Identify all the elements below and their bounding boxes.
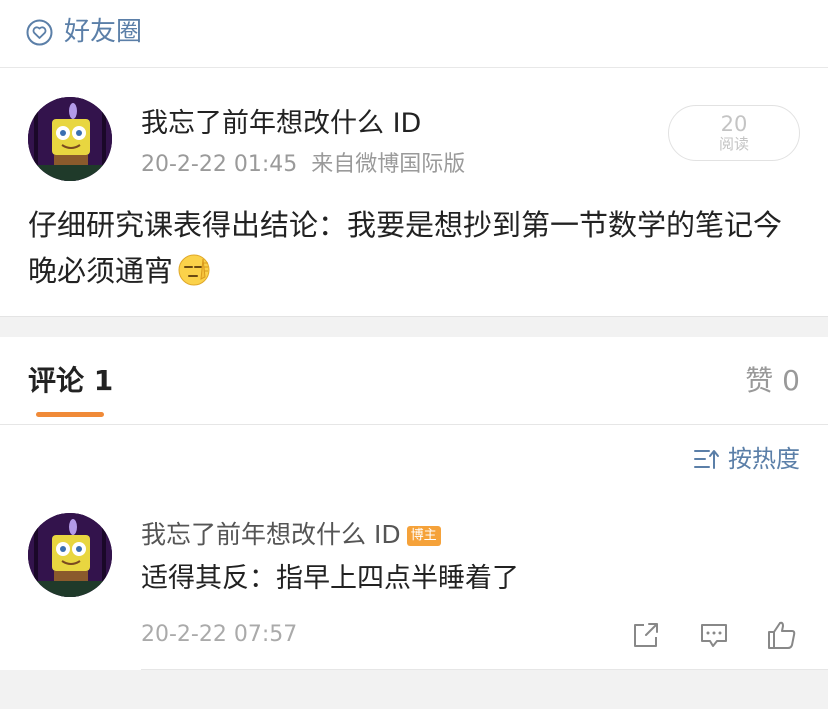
post-meta: 20-2-22 01:45 来自微博国际版 <box>141 150 465 180</box>
tab-likes[interactable]: 赞 0 <box>745 363 800 399</box>
sort-label: 按热度 <box>728 445 800 473</box>
author-name[interactable]: 我忘了前年想改什么 ID <box>141 106 421 142</box>
reply-icon[interactable] <box>698 619 730 651</box>
awkward-salute-emoji <box>178 254 210 286</box>
comment-author-name: 我忘了前年想改什么 ID <box>141 520 401 549</box>
comments-section: 评论 1 赞 0 按热度 我忘了前年想改什么 ID 博主 适得其反：指早上四点半… <box>0 337 828 670</box>
post-source: 来自微博国际版 <box>311 152 466 177</box>
comment-author[interactable]: 我忘了前年想改什么 ID 博主 <box>141 518 441 552</box>
share-icon[interactable] <box>630 619 662 651</box>
author-badge: 博主 <box>406 526 441 546</box>
heart-circle-icon[interactable] <box>26 19 53 46</box>
sort-icon <box>694 450 719 469</box>
sort-button[interactable]: 按热度 <box>694 444 800 474</box>
comments-tabs: 评论 1 赞 0 <box>0 337 828 425</box>
comment-avatar[interactable] <box>28 513 112 597</box>
top-bar: 好友圈 <box>0 0 828 68</box>
comment-divider <box>141 669 828 670</box>
active-tab-indicator <box>36 412 104 417</box>
comment-time: 20-2-22 07:57 <box>141 622 298 647</box>
page-title[interactable]: 好友圈 <box>64 14 142 50</box>
comment-text: 适得其反：指早上四点半睡着了 <box>141 563 519 594</box>
post-text: 仔细研究课表得出结论：我要是想抄到第一节数学的笔记今晚必须通宵 <box>28 208 783 288</box>
read-count-pill[interactable]: 20 阅读 <box>668 105 800 161</box>
tab-comments[interactable]: 评论 1 <box>28 363 113 399</box>
like-icon[interactable] <box>766 619 798 651</box>
post-body: 仔细研究课表得出结论：我要是想抄到第一节数学的笔记今晚必须通宵 <box>28 202 808 294</box>
read-label: 阅读 <box>718 135 749 153</box>
read-count: 20 <box>720 112 748 136</box>
post-card: 我忘了前年想改什么 ID 20-2-22 01:45 来自微博国际版 20 阅读 … <box>0 68 828 317</box>
avatar[interactable] <box>28 97 112 181</box>
post-time: 20-2-22 01:45 <box>141 152 298 177</box>
